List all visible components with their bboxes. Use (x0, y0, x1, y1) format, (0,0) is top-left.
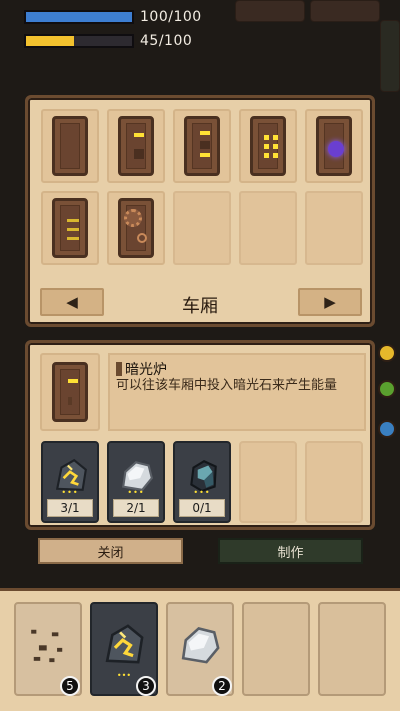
carriage-grid-light-icon (250, 116, 286, 176)
detail-panel: 暗光炉 可以往该车厢中投入暗光石来产生能量 ••• 3/1 ••• 2/1 ••• 0/1 (25, 340, 375, 530)
energy-text: 45/100 (140, 33, 193, 49)
quality-dots: ••• (61, 488, 79, 497)
inventory-slot[interactable] (242, 602, 310, 696)
background-tile (380, 20, 400, 92)
inventory-slot[interactable]: ••• 3 (90, 602, 158, 696)
background-tile (310, 0, 380, 22)
inventory-slot[interactable] (318, 602, 386, 696)
material-slot[interactable]: ••• 2/1 (107, 441, 165, 523)
quality-dots: ••• (127, 488, 145, 497)
carriage-slot[interactable] (107, 191, 165, 265)
material-count: 3/1 (47, 499, 93, 517)
inventory-slot[interactable]: 5 (14, 602, 82, 696)
close-button-label: 关闭 (97, 545, 124, 561)
next-page-button[interactable]: ▶ (298, 288, 362, 316)
item-description: 可以往该车厢中投入暗光石来产生能量 (116, 378, 338, 393)
silver-ore-icon (178, 622, 222, 666)
material-slot[interactable] (239, 441, 297, 523)
carriage-single-light-icon (118, 116, 154, 176)
side-leaf-icon[interactable] (378, 380, 396, 398)
item-count-badge: 2 (212, 676, 232, 696)
health-bar-fill (26, 12, 132, 22)
close-button[interactable]: 关闭 (38, 538, 183, 564)
energy-bar (24, 34, 134, 48)
description-box: 暗光炉 可以往该车厢中投入暗光石来产生能量 (108, 353, 366, 431)
item-count-badge: 5 (60, 676, 80, 696)
item-name-marker (116, 362, 122, 376)
energy-bar-row: 45/100 (24, 33, 192, 49)
material-count: 2/1 (113, 499, 159, 517)
item-name: 暗光炉 (125, 362, 167, 378)
carriage-slot[interactable] (305, 109, 363, 183)
carriage-double-light-icon (184, 116, 220, 176)
material-slot[interactable] (305, 441, 363, 523)
material-slot[interactable]: ••• 0/1 (173, 441, 231, 523)
carriage-blank-icon (52, 116, 88, 176)
side-water-icon[interactable] (378, 420, 396, 438)
carriage-slot[interactable] (239, 191, 297, 265)
carriage-slot[interactable] (305, 191, 363, 265)
carriage-purple-orb-icon (316, 116, 352, 176)
carriage-slot[interactable] (41, 191, 99, 265)
craft-button-label: 制作 (277, 545, 304, 561)
health-bar-row: 100/100 (24, 9, 202, 25)
gold-ore-icon (102, 622, 146, 666)
carriage-slot[interactable] (41, 109, 99, 183)
inventory-slot[interactable]: 2 (166, 602, 234, 696)
inventory-bar: 5 ••• 3 2 (0, 588, 400, 711)
right-triangle-icon: ▶ (324, 293, 336, 311)
selected-carriage-slot (40, 353, 100, 431)
health-text: 100/100 (140, 9, 202, 25)
carriage-bars-icon (52, 198, 88, 258)
carriage-slot[interactable] (173, 191, 231, 265)
energy-bar-fill (26, 36, 74, 46)
health-bar (24, 10, 134, 24)
quality-dots: ••• (193, 488, 211, 497)
material-slot[interactable]: ••• 3/1 (41, 441, 99, 523)
carriage-single-light-icon (52, 362, 88, 422)
carriage-panel: ◀ 车厢 ▶ (25, 95, 375, 327)
craft-button[interactable]: 制作 (218, 538, 363, 564)
side-coin-icon[interactable] (378, 344, 396, 362)
background-tile (235, 0, 305, 22)
carriage-slot[interactable] (173, 109, 231, 183)
carriage-slot[interactable] (107, 109, 165, 183)
carriage-gear-icon (118, 198, 154, 258)
material-count: 0/1 (179, 499, 225, 517)
dirt-pebbles-icon (26, 622, 70, 666)
item-count-badge: 3 (136, 676, 156, 696)
carriage-slot[interactable] (239, 109, 297, 183)
